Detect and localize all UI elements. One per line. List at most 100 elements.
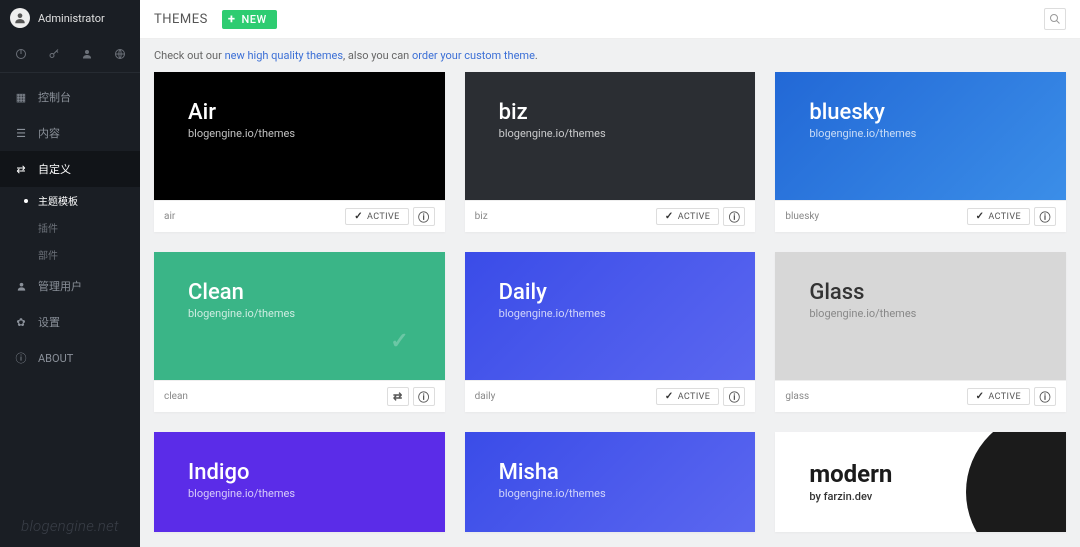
theme-subtitle: blogengine.io/themes xyxy=(809,307,1032,320)
nav-sub-themes[interactable]: 主题模板 xyxy=(0,187,140,214)
theme-subtitle: blogengine.io/themes xyxy=(809,127,1032,140)
nav-sub-plugins[interactable]: 插件 xyxy=(0,214,140,241)
theme-name-label: biz xyxy=(475,211,652,222)
theme-subtitle: blogengine.io/themes xyxy=(188,127,411,140)
info-button[interactable]: ⓘ xyxy=(723,207,745,226)
nav-item-customize[interactable]: ⇄ 自定义 xyxy=(0,151,140,187)
theme-footer: bluesky✓ACTIVEⓘ xyxy=(775,200,1066,232)
theme-card-glass: Glassblogengine.io/themesglass✓ACTIVEⓘ xyxy=(775,252,1066,412)
theme-footer: clean⇄ⓘ xyxy=(154,380,445,412)
about-icon: ⓘ xyxy=(14,350,28,366)
theme-preview[interactable]: Glass blogengine.io/themes xyxy=(775,252,1066,380)
footer-logo: blogengine.net xyxy=(0,517,140,535)
quick-icon-row xyxy=(0,36,140,73)
active-button[interactable]: ✓ ACTIVE xyxy=(345,208,408,225)
active-label: ACTIVE xyxy=(988,212,1021,222)
link-high-quality-themes[interactable]: new high quality themes xyxy=(225,49,343,62)
theme-title: bluesky xyxy=(809,100,1032,125)
active-label: ACTIVE xyxy=(367,212,400,222)
info-icon: ⓘ xyxy=(418,389,429,405)
intro-text: Check out our new high quality themes, a… xyxy=(154,49,1066,62)
nav-sub-customize: 主题模板 插件 部件 xyxy=(0,187,140,268)
active-label: ACTIVE xyxy=(988,392,1021,402)
theme-title: biz xyxy=(499,100,722,125)
avatar xyxy=(10,8,30,28)
active-button[interactable]: ✓ACTIVE xyxy=(656,388,719,405)
nav-sub-widgets[interactable]: 部件 xyxy=(0,241,140,268)
check-icon: ✓ xyxy=(976,391,985,402)
theme-title: Misha xyxy=(499,460,722,485)
info-button[interactable]: ⓘ xyxy=(723,387,745,406)
key-icon[interactable] xyxy=(46,46,62,62)
theme-preview[interactable]: Airblogengine.io/themes xyxy=(154,72,445,200)
check-icon: ✓ xyxy=(665,391,674,402)
theme-name-label: bluesky xyxy=(785,211,962,222)
info-icon: ⓘ xyxy=(729,389,740,405)
settings-icon: ✿ xyxy=(14,316,28,329)
power-icon[interactable] xyxy=(13,46,29,62)
theme-preview[interactable]: bluesky blogengine.io/themes xyxy=(775,72,1066,200)
theme-subtitle: blogengine.io/themes xyxy=(188,307,411,320)
theme-card-bluesky: bluesky blogengine.io/themes bluesky ✓ACTIV… xyxy=(775,72,1066,232)
nav-label: 内容 xyxy=(38,125,60,141)
content: Check out our new high quality themes, a… xyxy=(140,39,1080,547)
active-button[interactable]: ✓ACTIVE xyxy=(967,208,1030,225)
sidebar-header[interactable]: Administrator xyxy=(0,0,140,36)
info-button[interactable]: ⓘ xyxy=(413,207,435,226)
nav-label: 设置 xyxy=(38,314,60,330)
nav-item-users[interactable]: 管理用户 xyxy=(0,268,140,304)
topbar: THEMES + NEW xyxy=(140,0,1080,39)
theme-preview[interactable]: modernby farzin.dev xyxy=(775,432,1066,532)
theme-name-label: air xyxy=(164,211,341,222)
theme-name-label: daily xyxy=(475,391,652,402)
nav-item-content[interactable]: ☰ 内容 xyxy=(0,115,140,151)
themes-grid: Airblogengine.io/themesair✓ACTIVEⓘbizblo… xyxy=(154,72,1066,532)
info-button[interactable]: ⓘ xyxy=(1034,387,1056,406)
nav-label: 管理用户 xyxy=(38,278,82,294)
customize-icon: ⇄ xyxy=(14,163,28,176)
theme-preview[interactable]: Dailyblogengine.io/themes xyxy=(465,252,756,380)
switch-button[interactable]: ⇄ xyxy=(387,387,409,406)
nav-label: 控制台 xyxy=(38,89,71,105)
check-icon: ✓ xyxy=(665,211,674,222)
theme-preview[interactable]: Clean blogengine.io/themes xyxy=(154,252,445,380)
theme-title: Clean xyxy=(188,280,411,305)
new-button[interactable]: + NEW xyxy=(222,10,277,29)
info-button[interactable]: ⓘ xyxy=(413,387,435,406)
theme-card-air: Airblogengine.io/themes air ✓ ACTIVE ⓘ xyxy=(154,72,445,232)
check-icon: ✓ xyxy=(976,211,985,222)
active-button[interactable]: ✓ ACTIVE xyxy=(656,208,719,225)
theme-preview[interactable]: Indigoblogengine.io/themes xyxy=(154,432,445,532)
user-name: Administrator xyxy=(38,12,105,25)
theme-subtitle: by farzin.dev xyxy=(809,490,1032,503)
theme-footer: air ✓ ACTIVE ⓘ xyxy=(154,200,445,232)
info-button[interactable]: ⓘ xyxy=(1034,207,1056,226)
theme-card-modern: modernby farzin.dev xyxy=(775,432,1066,532)
theme-subtitle: blogengine.io/themes xyxy=(499,487,722,500)
link-order-custom[interactable]: order your custom theme xyxy=(412,49,535,62)
theme-footer: biz ✓ ACTIVE ⓘ xyxy=(465,200,756,232)
nav-label: 自定义 xyxy=(38,161,71,177)
plus-icon: + xyxy=(228,13,236,26)
theme-card-daily: Dailyblogengine.io/themes daily ✓ACTIVE ⓘ xyxy=(465,252,756,412)
theme-title: Glass xyxy=(809,280,1032,305)
nav-item-settings[interactable]: ✿ 设置 xyxy=(0,304,140,340)
nav-item-about[interactable]: ⓘ ABOUT xyxy=(0,340,140,376)
theme-subtitle: blogengine.io/themes xyxy=(188,487,411,500)
theme-preview[interactable]: Misha blogengine.io/themes xyxy=(465,432,756,532)
check-icon: ✓ xyxy=(354,211,363,222)
page-title: THEMES xyxy=(154,12,208,27)
active-button[interactable]: ✓ACTIVE xyxy=(967,388,1030,405)
user-icon[interactable] xyxy=(79,46,95,62)
theme-card-clean: Cleanblogengine.io/themesclean⇄ⓘ xyxy=(154,252,445,412)
theme-preview[interactable]: biz blogengine.io/themes xyxy=(465,72,756,200)
nav-item-dashboard[interactable]: ▦ 控制台 xyxy=(0,79,140,115)
info-icon: ⓘ xyxy=(1039,389,1050,405)
globe-icon[interactable] xyxy=(112,46,128,62)
content-icon: ☰ xyxy=(14,127,28,140)
theme-card-misha: Misha blogengine.io/themes xyxy=(465,432,756,532)
theme-subtitle: blogengine.io/themes xyxy=(499,127,722,140)
search-button[interactable] xyxy=(1044,8,1066,30)
active-label: ACTIVE xyxy=(678,212,711,222)
new-label: NEW xyxy=(241,13,266,26)
